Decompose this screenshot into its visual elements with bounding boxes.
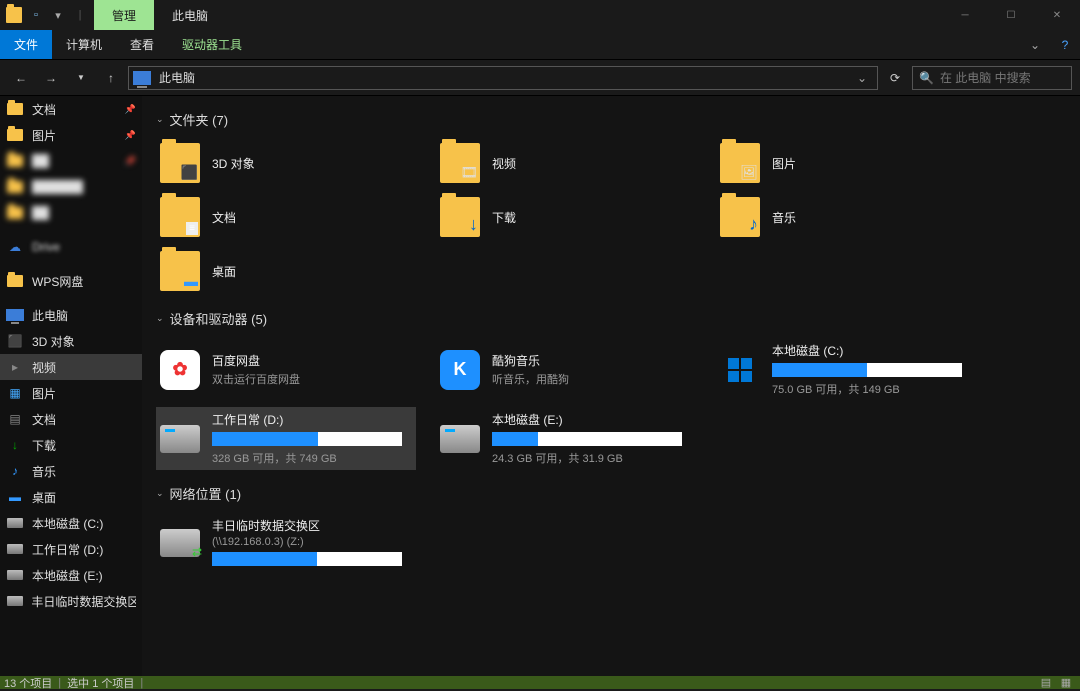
group-label: 设备和驱动器 (5)	[170, 309, 268, 328]
nav-forward-button[interactable]: →	[38, 66, 64, 90]
qat-separator: |	[72, 7, 88, 23]
group-header-network[interactable]: ⌄ 网络位置 (1)	[156, 484, 1066, 503]
maximize-button[interactable]: ☐	[988, 0, 1034, 30]
drive-icon	[160, 419, 200, 459]
search-icon: 🔍	[919, 71, 934, 85]
nav-up-button[interactable]: ↑	[98, 66, 124, 90]
tab-computer[interactable]: 计算机	[52, 30, 116, 59]
drive-e[interactable]: 本地磁盘 (E:) 24.3 GB 可用，共 31.9 GB	[436, 407, 696, 470]
status-item-count: 13 个项目	[4, 675, 52, 691]
minimize-button[interactable]: ─	[942, 0, 988, 30]
music-icon: ♪	[749, 214, 758, 235]
sidebar-item-redacted[interactable]: ██	[0, 148, 142, 174]
qat-dropdown-icon[interactable]: ▾	[50, 7, 66, 23]
address-dropdown-icon[interactable]: ⌄	[851, 71, 873, 85]
main-content: ⌄ 文件夹 (7) ⬛ 3D 对象 🎞 视频 🖼 图片 ≡ 文档 ↓ 下载	[142, 96, 1080, 676]
app-kugou[interactable]: K 酷狗音乐听音乐，用酷狗	[436, 338, 696, 401]
title-thispc: 此电脑	[154, 0, 226, 30]
sidebar-item-drive-e[interactable]: 本地磁盘 (E:)	[0, 562, 142, 588]
download-icon: ↓	[469, 214, 478, 235]
sidebar-item-drive-z[interactable]: 丰日临时数据交换区	[0, 588, 142, 614]
network-drive-icon	[160, 523, 200, 563]
address-bar-row: ← → ▼ ↑ 此电脑 ⌄ ⟳ 🔍 在 此电脑 中搜索	[0, 60, 1080, 96]
cube-icon: ⬛	[181, 164, 198, 181]
baidu-icon: ✿	[160, 350, 200, 390]
sidebar-item-3dobjects[interactable]: ⬛3D 对象	[0, 328, 142, 354]
close-button[interactable]: ✕	[1034, 0, 1080, 30]
folder-music[interactable]: ♪ 音乐	[716, 193, 976, 241]
drive-d[interactable]: 工作日常 (D:) 328 GB 可用，共 749 GB	[156, 407, 416, 470]
view-large-button[interactable]: ▦	[1056, 676, 1076, 689]
tab-view[interactable]: 查看	[116, 30, 168, 59]
folder-3dobjects[interactable]: ⬛ 3D 对象	[156, 139, 416, 187]
sidebar-item-desktop[interactable]: ▬桌面	[0, 484, 142, 510]
sidebar-item-redacted[interactable]: ██████	[0, 174, 142, 200]
tab-file[interactable]: 文件	[0, 30, 52, 59]
chevron-down-icon: ⌄	[156, 313, 164, 324]
sidebar-item-downloads[interactable]: ↓下载	[0, 432, 142, 458]
nav-recent-dropdown[interactable]: ▼	[68, 66, 94, 90]
netdrive-z[interactable]: 丰日临时数据交换区 (\\192.168.0.3) (Z:)	[156, 513, 416, 572]
quick-access-toolbar: ▫ ▾ |	[0, 0, 94, 30]
sidebar-item-thispc[interactable]: 此电脑	[0, 302, 142, 328]
thispc-icon	[133, 71, 151, 85]
sidebar-item-drive-c[interactable]: 本地磁盘 (C:)	[0, 510, 142, 536]
ribbon-collapse-icon[interactable]: ⌄	[1020, 30, 1050, 59]
titlebar: ▫ ▾ | 管理 此电脑 ─ ☐ ✕	[0, 0, 1080, 30]
folder-documents[interactable]: ≡ 文档	[156, 193, 416, 241]
document-icon: ≡	[186, 222, 198, 235]
app-icon	[6, 7, 22, 23]
sidebar-item-wps[interactable]: WPS网盘	[0, 268, 142, 294]
sidebar-item-drive-d[interactable]: 工作日常 (D:)	[0, 536, 142, 562]
sidebar-item-videos[interactable]: ▸视频	[0, 354, 142, 380]
app-baidu[interactable]: ✿ 百度网盘双击运行百度网盘	[156, 338, 416, 401]
folder-desktop[interactable]: ▬ 桌面	[156, 247, 416, 295]
folder-pictures[interactable]: 🖼 图片	[716, 139, 976, 187]
chevron-down-icon: ⌄	[156, 114, 164, 125]
group-header-devices[interactable]: ⌄ 设备和驱动器 (5)	[156, 309, 1066, 328]
group-header-folders[interactable]: ⌄ 文件夹 (7)	[156, 110, 1066, 129]
address-text: 此电脑	[159, 69, 851, 86]
chevron-down-icon: ⌄	[156, 488, 164, 499]
folder-downloads[interactable]: ↓ 下载	[436, 193, 696, 241]
help-icon[interactable]: ?	[1050, 30, 1080, 59]
contextual-tab-manage[interactable]: 管理	[94, 0, 154, 30]
drive-icon	[440, 419, 480, 459]
image-icon: 🖼	[740, 164, 758, 181]
windows-drive-icon	[720, 350, 760, 390]
ribbon-tabs: 文件 计算机 查看 驱动器工具 ⌄ ?	[0, 30, 1080, 60]
sidebar-item-music[interactable]: ♪音乐	[0, 458, 142, 484]
search-box[interactable]: 🔍 在 此电脑 中搜索	[912, 66, 1072, 90]
sidebar-item-pictures[interactable]: 图片	[0, 122, 142, 148]
address-box[interactable]: 此电脑 ⌄	[128, 66, 878, 90]
status-bar: 13 个项目 | 选中 1 个项目 | ▤ ▦	[0, 676, 1080, 689]
refresh-button[interactable]: ⟳	[882, 66, 908, 90]
sidebar-item-redacted[interactable]: ██	[0, 200, 142, 226]
kugou-icon: K	[440, 350, 480, 390]
qat-properties-icon[interactable]: ▫	[28, 7, 44, 23]
navigation-sidebar: 文档 图片 ██ ██████ ██ ☁Drive WPS网盘 此电脑 ⬛3D …	[0, 96, 142, 676]
sidebar-item-onedrive[interactable]: ☁Drive	[0, 234, 142, 260]
search-placeholder: 在 此电脑 中搜索	[940, 69, 1031, 86]
sidebar-item-documents2[interactable]: ▤文档	[0, 406, 142, 432]
desktop-icon: ▬	[184, 273, 198, 289]
group-label: 文件夹 (7)	[170, 110, 229, 129]
status-selection: 选中 1 个项目	[67, 675, 134, 691]
folder-videos[interactable]: 🎞 视频	[436, 139, 696, 187]
view-details-button[interactable]: ▤	[1036, 676, 1056, 689]
sidebar-item-documents[interactable]: 文档	[0, 96, 142, 122]
tab-drive-tools[interactable]: 驱动器工具	[168, 30, 256, 59]
film-icon: 🎞	[460, 164, 478, 181]
sidebar-item-pictures2[interactable]: ▦图片	[0, 380, 142, 406]
drive-c[interactable]: 本地磁盘 (C:) 75.0 GB 可用，共 149 GB	[716, 338, 976, 401]
nav-back-button[interactable]: ←	[8, 66, 34, 90]
group-label: 网络位置 (1)	[170, 484, 242, 503]
